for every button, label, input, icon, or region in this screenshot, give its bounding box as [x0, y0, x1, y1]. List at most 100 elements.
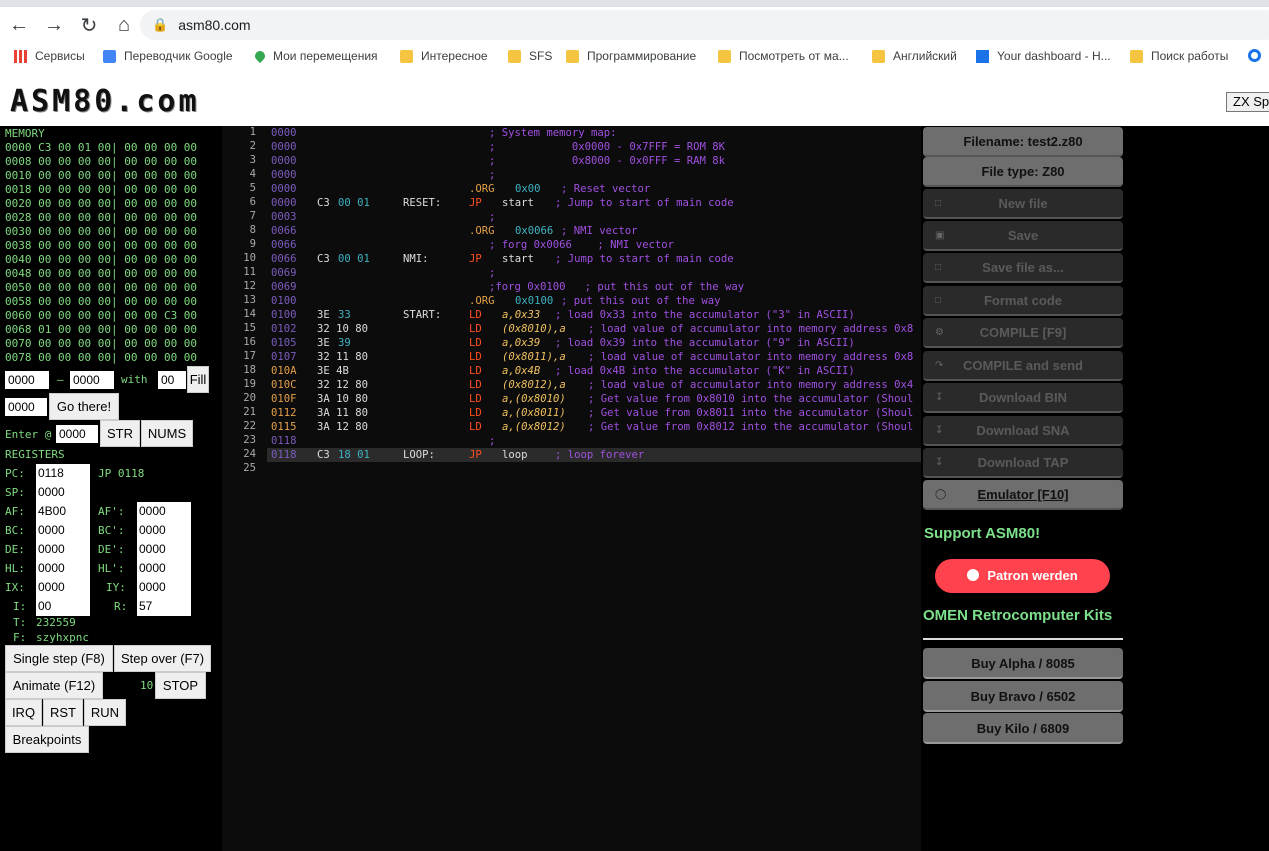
- reg-af2[interactable]: 0000: [137, 502, 191, 521]
- save-as-button[interactable]: □ Save file as...: [923, 253, 1123, 283]
- bookmark-translate[interactable]: Переводчик Google: [103, 49, 233, 63]
- address-bar[interactable]: 🔒 asm80.com: [140, 10, 1269, 40]
- bookmark-interesting[interactable]: Интересное: [400, 49, 488, 63]
- bookmark-dashboard[interactable]: Your dashboard - H...: [976, 49, 1111, 63]
- line-comment: ;: [489, 169, 496, 181]
- step-over-button[interactable]: Step over (F7): [114, 645, 211, 672]
- reg-hl2[interactable]: 0000: [137, 559, 191, 578]
- pc-instruction: JP 0118: [98, 467, 145, 480]
- rst-button[interactable]: RST: [43, 699, 83, 726]
- str-button[interactable]: STR: [100, 420, 140, 447]
- download-sna-button[interactable]: ↧ Download SNA: [923, 416, 1123, 446]
- save-button[interactable]: ▣ Save: [923, 221, 1123, 251]
- reg-pc-label: PC:: [5, 467, 25, 480]
- reg-bc2-label: BC':: [98, 524, 125, 537]
- line-comment: ; load value of accumulator into memory …: [588, 323, 914, 335]
- enter-address-input[interactable]: 0000: [56, 425, 98, 443]
- line-number: 15: [243, 322, 256, 334]
- reg-iy[interactable]: 0000: [137, 578, 191, 597]
- url-text: asm80.com: [178, 17, 251, 33]
- filetype-button[interactable]: File type: Z80: [923, 157, 1123, 187]
- buy-bravo-button[interactable]: Buy Bravo / 6502: [923, 681, 1123, 712]
- run-button[interactable]: RUN: [84, 699, 126, 726]
- bookmark-programming[interactable]: Программирование: [566, 49, 696, 63]
- reg-ix-label: IX:: [5, 581, 25, 594]
- line-number: 16: [243, 336, 256, 348]
- line-address: 0069: [271, 281, 297, 293]
- line-comment: ; load value of accumulator into memory …: [588, 351, 914, 363]
- line-address: 0102: [271, 323, 297, 335]
- line-number: 4: [249, 168, 256, 180]
- send-icon: ↷: [935, 360, 944, 371]
- animate-button[interactable]: Animate (F12): [5, 672, 103, 699]
- buy-alpha-button[interactable]: Buy Alpha / 8085: [923, 648, 1123, 679]
- format-code-button[interactable]: □ Format code: [923, 286, 1123, 316]
- reg-af-label: AF:: [5, 505, 25, 518]
- reg-bc[interactable]: 0000: [36, 521, 90, 540]
- reg-af[interactable]: 4B00: [36, 502, 90, 521]
- line-argument: a,0x33: [502, 309, 541, 321]
- forward-icon[interactable]: →: [38, 9, 70, 41]
- nums-button[interactable]: NUMS: [141, 420, 193, 447]
- download-tap-button[interactable]: ↧ Download TAP: [923, 448, 1123, 478]
- bookmark-jobs[interactable]: Поиск работы: [1130, 49, 1228, 63]
- bookmark-english[interactable]: Английский: [872, 49, 957, 63]
- memory-row: 0018 00 00 00 00| 00 00 00 00: [5, 183, 198, 196]
- reg-i[interactable]: 00: [36, 597, 90, 616]
- animate-speed[interactable]: 10: [140, 679, 153, 692]
- fill-from-input[interactable]: 0000: [5, 371, 49, 389]
- irq-button[interactable]: IRQ: [5, 699, 42, 726]
- fill-button[interactable]: Fill: [187, 366, 209, 393]
- bookmark-sfs[interactable]: SFS: [508, 49, 552, 63]
- reg-de[interactable]: 0000: [36, 540, 90, 559]
- reg-bc2[interactable]: 0000: [137, 521, 191, 540]
- left-panel: MEMORY 0000 C3 00 01 00| 00 00 00 00 0008…: [0, 126, 222, 851]
- compile-button[interactable]: ⚙ COMPILE [F9]: [923, 318, 1123, 348]
- buy-kilo-button[interactable]: Buy Kilo / 6809: [923, 713, 1123, 744]
- memory-row: 0048 00 00 00 00| 00 00 00 00: [5, 267, 198, 280]
- new-file-button[interactable]: □ New file: [923, 189, 1123, 219]
- reg-hl[interactable]: 0000: [36, 559, 90, 578]
- filename-button[interactable]: Filename: test2.z80: [923, 127, 1123, 157]
- bookmark-watch[interactable]: Посмотреть от ма...: [718, 49, 849, 63]
- compile-send-button[interactable]: ↷ COMPILE and send: [923, 351, 1123, 381]
- reg-pc[interactable]: 0118: [36, 464, 90, 483]
- single-step-button[interactable]: Single step (F8): [5, 645, 113, 672]
- download-bin-button[interactable]: ↧ Download BIN: [923, 383, 1123, 413]
- line-comment: ; Get value from 0x8012 into the accumul…: [588, 421, 914, 433]
- line-bytes: 3E: [317, 337, 330, 349]
- go-there-button[interactable]: Go there!: [49, 393, 119, 420]
- stop-button[interactable]: STOP: [155, 672, 206, 699]
- fill-value-input[interactable]: 00: [158, 371, 186, 389]
- with-label: with: [121, 373, 148, 386]
- folder-icon: [400, 49, 413, 63]
- reg-r[interactable]: 57: [137, 597, 191, 616]
- bookmark-more[interactable]: [1248, 49, 1269, 62]
- google-translate-icon: [103, 49, 116, 63]
- reg-sp[interactable]: 0000: [36, 483, 90, 502]
- line-comment: ; load 0x39 into the accumulator ("9" in…: [555, 337, 855, 349]
- reg-ix[interactable]: 0000: [36, 578, 90, 597]
- bookmark-maps[interactable]: Мои перемещения: [252, 48, 378, 64]
- emulator-button[interactable]: ◯ Emulator [F10]: [923, 480, 1123, 510]
- line-bytes: 3E: [317, 309, 330, 321]
- patreon-button[interactable]: Patron werden: [935, 559, 1110, 593]
- reg-i-label: I:: [13, 600, 27, 613]
- browser-chrome: ← → ↻ ⌂ 🔒 asm80.com Сервисы Переводчик G…: [0, 0, 1269, 76]
- bookmark-services[interactable]: Сервисы: [14, 49, 85, 63]
- line-bytes: C3: [317, 253, 330, 265]
- line-comment: ; load 0x33 into the accumulator ("3" in…: [555, 309, 855, 321]
- line-label: START:: [403, 309, 442, 321]
- back-icon[interactable]: ←: [3, 9, 35, 41]
- reg-t: 232559: [36, 616, 76, 629]
- machine-select[interactable]: ZX Sp: [1226, 92, 1269, 112]
- goto-input[interactable]: 0000: [5, 398, 47, 416]
- code-editor[interactable]: 1 2 3 4 5 6 7 8 9 10 11 12 13 14 15 16 17 18 19 20 21 22 23 24 2…: [222, 126, 921, 851]
- home-icon[interactable]: ⌂: [108, 9, 140, 41]
- fill-to-input[interactable]: 0000: [70, 371, 114, 389]
- breakpoints-button[interactable]: Breakpoints: [5, 726, 89, 753]
- line-comment: ; Jump to start of main code: [555, 253, 734, 265]
- reload-icon[interactable]: ↻: [73, 9, 105, 41]
- line-comment: ; System memory map:: [489, 127, 617, 139]
- reg-de2[interactable]: 0000: [137, 540, 191, 559]
